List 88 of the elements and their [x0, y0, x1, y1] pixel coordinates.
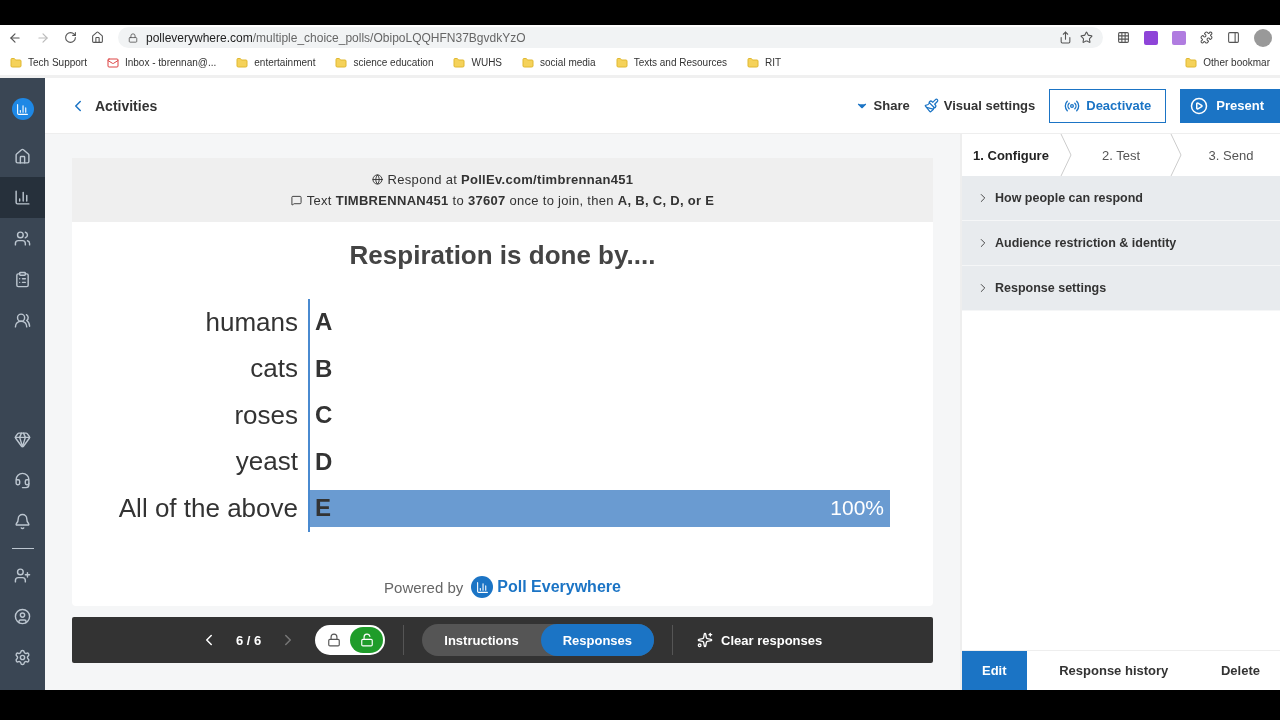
percent-label: 100% — [830, 496, 884, 521]
accordion-header[interactable]: Audience restriction & identity — [962, 221, 1280, 266]
folder-icon — [747, 56, 760, 69]
url-path: /multiple_choice_polls/ObipoLQQHFN37BgvdkYzO — [252, 30, 526, 45]
step-chevron-icon — [1060, 134, 1072, 176]
bookmark[interactable]: science education — [335, 56, 434, 69]
step-chevron-icon — [1170, 134, 1182, 176]
account-icon — [14, 608, 31, 625]
folder-icon — [10, 56, 22, 69]
step-tab[interactable]: 2. Test — [1072, 134, 1170, 176]
option-letter: A — [314, 308, 333, 337]
lock-icon — [128, 32, 138, 43]
back-icon[interactable] — [8, 30, 22, 45]
bookmark[interactable]: RIT — [747, 56, 782, 69]
bookmark[interactable]: Inbox - tbrennan@... — [106, 56, 217, 69]
poll-title: Respiration is done by.... — [348, 240, 657, 271]
text-instructions: Text TIMBRENNAN451 to 37607 once to join, then A, B, C, D, or E — [306, 193, 715, 208]
bookmark[interactable]: Tech Support — [10, 56, 87, 69]
option-letter: D — [314, 447, 333, 476]
gem-icon — [14, 431, 31, 448]
folder-icon — [522, 56, 535, 69]
extension-icon[interactable] — [1144, 30, 1158, 45]
option-letter: C — [314, 401, 333, 430]
puzzle-icon[interactable] — [1200, 31, 1213, 44]
visual-settings-button[interactable]: Visual settings — [923, 98, 1036, 113]
option-label: humans — [204, 306, 299, 338]
back-link[interactable]: Activities — [69, 96, 158, 115]
folder-icon — [1185, 56, 1198, 69]
option-label: yeast — [234, 446, 299, 478]
logo-icon[interactable] — [11, 98, 34, 120]
home-icon — [14, 148, 31, 165]
folder-icon — [453, 56, 466, 69]
people-icon — [14, 230, 31, 247]
paintbrush-icon — [923, 98, 939, 113]
step-tab[interactable]: 1. Configure — [962, 134, 1060, 176]
clear-responses-button[interactable]: Clear responses — [691, 631, 829, 649]
bar-chart-icon — [14, 189, 31, 206]
bookmark[interactable]: Other bookmar — [1185, 56, 1270, 69]
reload-icon[interactable] — [64, 31, 77, 44]
settings-icon — [14, 649, 31, 666]
mode-tab[interactable]: Responses — [540, 624, 655, 656]
option-letter: B — [314, 354, 333, 383]
brand-logo: Poll Everywhere — [471, 576, 621, 598]
option-label: cats — [249, 353, 299, 385]
slide-counter: 6 / 6 — [236, 632, 262, 648]
clipboard-icon — [14, 271, 31, 288]
share-icon[interactable] — [1059, 31, 1072, 44]
accordion-header[interactable]: Response settings — [962, 266, 1280, 311]
extension-icon[interactable] — [1172, 30, 1186, 45]
lock-icon — [326, 633, 341, 647]
sidebar-item[interactable] — [0, 177, 45, 218]
bell-icon — [14, 513, 31, 530]
respond-text: Respond at PollEv.com/timbrennan451 — [387, 172, 634, 187]
folder-icon — [236, 56, 249, 69]
address-bar[interactable]: polleverywhere.com/multiple_choice_polls/ObipoLQQHFN37BgvdkYzO — [118, 27, 1103, 48]
option-label: All of the above — [117, 492, 299, 524]
play-icon — [1190, 96, 1209, 115]
user-plus-icon — [14, 567, 31, 584]
mail-icon — [106, 56, 119, 69]
mode-tab[interactable]: Instructions — [422, 624, 541, 656]
deactivate-button[interactable]: Deactivate — [1049, 88, 1167, 123]
star-icon[interactable] — [1080, 31, 1093, 44]
group-icon — [14, 312, 31, 329]
headset-icon — [14, 472, 31, 489]
avatar[interactable] — [1254, 28, 1272, 47]
message-icon — [290, 195, 302, 206]
home-icon[interactable] — [91, 31, 104, 44]
powered-by-text: Powered by — [384, 578, 464, 596]
lock-toggle[interactable] — [315, 625, 386, 655]
folder-icon — [335, 56, 348, 69]
accordion-header[interactable]: How people can respond — [962, 176, 1280, 221]
option-letter: E — [314, 494, 331, 523]
grid-icon[interactable] — [1117, 31, 1130, 44]
side-panel-icon[interactable] — [1227, 31, 1240, 44]
bookmark[interactable]: WUHS — [453, 56, 503, 69]
folder-icon — [615, 56, 628, 69]
unlock-icon — [359, 633, 374, 647]
option-label: roses — [233, 399, 299, 431]
footer-button[interactable]: Edit — [962, 651, 1027, 690]
url-host: polleverywhere.com — [146, 30, 253, 45]
bookmark[interactable]: Texts and Resources — [615, 56, 728, 69]
step-tab[interactable]: 3. Send — [1182, 134, 1280, 176]
present-button[interactable]: Present — [1180, 88, 1280, 123]
share-button[interactable]: Share — [854, 98, 910, 113]
bookmark[interactable]: entertainment — [236, 56, 316, 69]
sparkle-icon — [697, 632, 714, 648]
bookmark[interactable]: social media — [522, 56, 596, 69]
globe-icon — [371, 174, 383, 185]
